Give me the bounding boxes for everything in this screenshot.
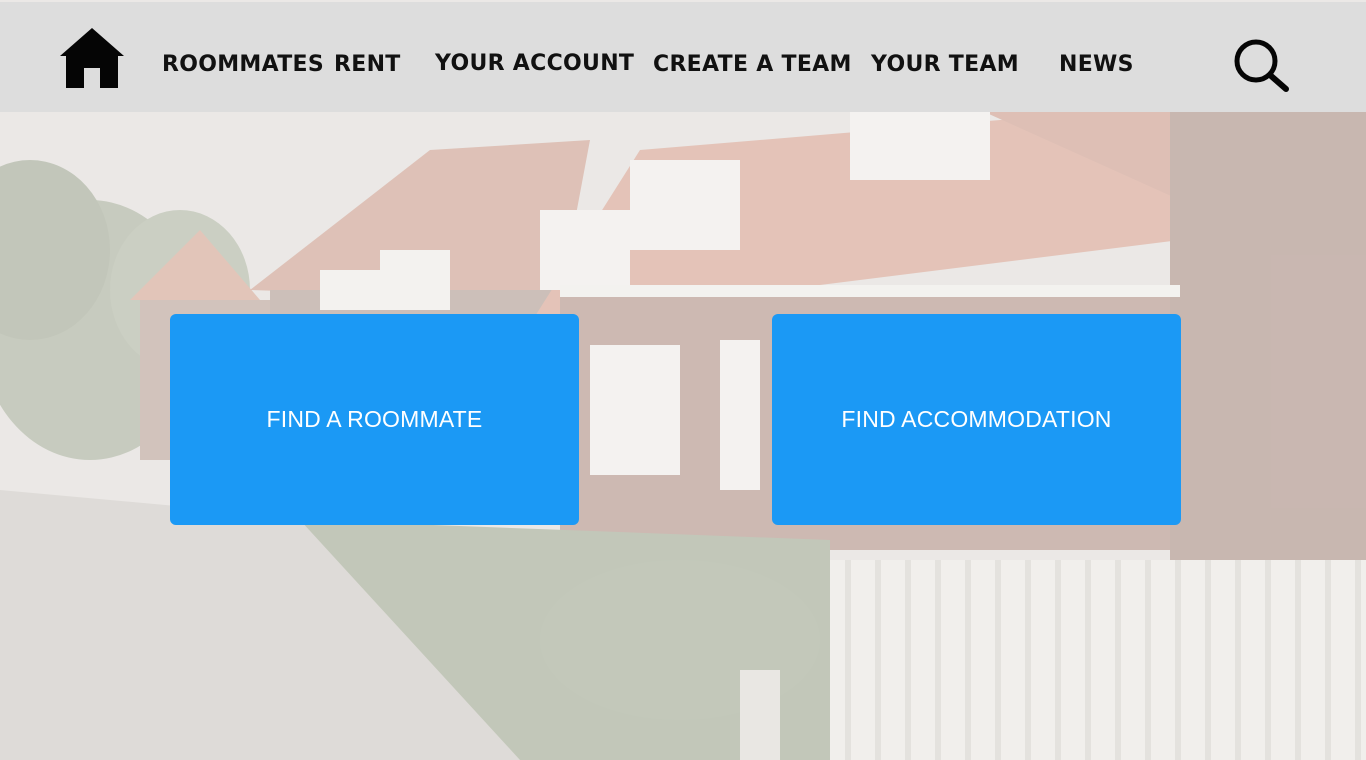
home-icon[interactable]	[58, 26, 126, 90]
find-roommate-label: FIND A ROOMMATE	[266, 406, 483, 432]
search-icon[interactable]	[1232, 38, 1290, 92]
nav-item-create-a-team[interactable]: CREATE A TEAM	[653, 50, 852, 80]
page: ROOMMATES RENT YOUR ACCOUNT CREATE A TEA…	[0, 0, 1366, 760]
nav-item-your-account[interactable]: YOUR ACCOUNT	[435, 49, 634, 79]
find-roommate-button[interactable]: FIND A ROOMMATE	[170, 314, 579, 525]
find-accommodation-label: FIND ACCOMMODATION	[841, 406, 1112, 432]
nav-item-roommates[interactable]: ROOMMATES	[162, 50, 324, 80]
top-navbar: ROOMMATES RENT YOUR ACCOUNT CREATE A TEA…	[0, 2, 1366, 112]
nav-item-rent[interactable]: RENT	[334, 50, 401, 80]
nav-item-your-team[interactable]: YOUR TEAM	[871, 50, 1019, 80]
find-accommodation-button[interactable]: FIND ACCOMMODATION	[772, 314, 1181, 525]
nav-item-news[interactable]: NEWS	[1059, 50, 1134, 80]
